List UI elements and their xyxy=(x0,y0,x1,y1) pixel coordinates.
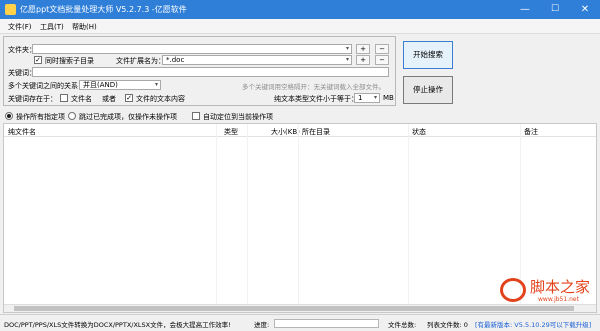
column-divider xyxy=(247,124,248,312)
autolocate-label: 自动定位到当前操作项 xyxy=(203,113,273,121)
watermark-emblem xyxy=(500,278,526,302)
operate-all-label: 操作所有指定项 xyxy=(16,113,65,121)
skip-done-radio[interactable] xyxy=(68,112,76,120)
subdir-checkbox[interactable]: ✓ xyxy=(34,56,42,64)
watermark-url: www.jb51.net xyxy=(538,296,579,303)
col-filename[interactable]: 纯文件名 xyxy=(8,127,36,137)
size-label: 纯文本类型文件小于等于： xyxy=(274,95,358,103)
watermark-logo: 脚本之家 www.jb51.net xyxy=(500,276,590,304)
title-bar: 亿愿ppt文档批量处理大师 V5.2.7.3 -亿愿软件 — ☐ ✕ xyxy=(0,0,600,19)
scrollbar-thumb[interactable] xyxy=(14,306,574,311)
window-title: 亿愿ppt文档批量处理大师 V5.2.7.3 -亿愿软件 xyxy=(20,5,187,14)
folder-remove-button[interactable]: − xyxy=(375,44,389,54)
skip-done-label: 跳过已完成项，仅操作未操作项 xyxy=(79,113,177,121)
keyword-input[interactable] xyxy=(32,67,389,77)
progress-label: 进度: xyxy=(254,321,270,329)
folder-combobox[interactable]: ▾ xyxy=(32,44,352,54)
chevron-down-icon: ▾ xyxy=(345,45,349,52)
app-icon xyxy=(5,4,16,15)
status-bar: DOC/PPT/PPS/XLS文件转换为DOCX/PPTX/XLSX文件，会极大… xyxy=(0,314,600,331)
menu-help[interactable]: 帮助(H) xyxy=(72,22,97,32)
col-size[interactable]: 大小(KB) xyxy=(271,127,300,137)
menu-bar: 文件(F) 工具(T) 帮助(H) xyxy=(0,19,600,34)
column-divider xyxy=(298,124,299,312)
relation-value: 并且(AND) xyxy=(83,81,118,89)
operate-all-radio[interactable] xyxy=(5,112,13,120)
list-file-count: 列表文件数: 0 xyxy=(427,321,468,329)
table-header: 纯文件名 类型 大小(KB) 所在目录 状态 备注 xyxy=(4,124,596,137)
content-option-label: 文件的文本内容 xyxy=(136,95,185,103)
update-link[interactable]: [有最新版本: V5.5.10.29可以下载升级] xyxy=(475,319,591,329)
chevron-down-icon: ▾ xyxy=(345,56,349,63)
ext-value: *.doc xyxy=(166,56,185,64)
chevron-down-icon: ▾ xyxy=(154,81,158,88)
watermark-text: 脚本之家 xyxy=(530,278,591,296)
search-panel: 文件夹： ▾ + − ✓ 同时搜索子目录 文件扩展名为： *.doc ▾ + −… xyxy=(3,36,396,106)
relation-label: 多个关键词之间的关系： xyxy=(8,82,85,90)
horizontal-scrollbar[interactable] xyxy=(4,304,596,312)
column-divider xyxy=(216,124,217,312)
file-total: 文件总数: xyxy=(388,321,417,329)
size-select[interactable]: 1 ▾ xyxy=(354,93,380,103)
folder-add-button[interactable]: + xyxy=(356,44,370,54)
autolocate-checkbox[interactable] xyxy=(192,112,200,120)
status-tip: DOC/PPT/PPS/XLS文件转换为DOCX/PPTX/XLSX文件，会极大… xyxy=(4,321,231,329)
column-divider xyxy=(408,124,409,312)
progress-bar xyxy=(274,319,379,328)
stop-button[interactable]: 停止操作 xyxy=(403,76,453,104)
chevron-down-icon: ▾ xyxy=(373,94,377,101)
start-search-button[interactable]: 开始搜索 xyxy=(403,41,453,69)
maximize-button[interactable]: ☐ xyxy=(540,0,570,19)
ext-add-button[interactable]: + xyxy=(356,55,370,65)
relation-select[interactable]: 并且(AND) ▾ xyxy=(79,80,161,90)
size-value: 1 xyxy=(358,94,363,102)
content-checkbox[interactable]: ✓ xyxy=(125,94,133,102)
col-directory[interactable]: 所在目录 xyxy=(302,127,330,137)
ext-label: 文件扩展名为： xyxy=(116,57,165,65)
size-unit: MB xyxy=(383,94,394,102)
col-type[interactable]: 类型 xyxy=(224,127,238,137)
menu-tools[interactable]: 工具(T) xyxy=(40,22,64,32)
ext-combobox[interactable]: *.doc ▾ xyxy=(162,55,352,65)
minimize-button[interactable]: — xyxy=(510,0,540,19)
keyword-hint: 多个关键词用空格隔开：无关键词载入全部文件。 xyxy=(242,83,385,91)
close-button[interactable]: ✕ xyxy=(570,0,600,19)
ext-remove-button[interactable]: − xyxy=(375,55,389,65)
options-row: 操作所有指定项 跳过已完成项，仅操作未操作项 自动定位到当前操作项 xyxy=(0,109,600,123)
subdir-label: 同时搜索子目录 xyxy=(45,57,94,65)
or-label: 或者 xyxy=(102,95,116,103)
menu-file[interactable]: 文件(F) xyxy=(8,22,32,32)
col-note[interactable]: 备注 xyxy=(524,127,538,137)
filename-checkbox[interactable] xyxy=(60,94,68,102)
col-status[interactable]: 状态 xyxy=(412,127,426,137)
file-table[interactable]: 纯文件名 类型 大小(KB) 所在目录 状态 备注 脚本之家 www.jb51.… xyxy=(3,123,597,313)
location-label: 关键词存在于： xyxy=(8,95,57,103)
filename-option-label: 文件名 xyxy=(71,95,92,103)
